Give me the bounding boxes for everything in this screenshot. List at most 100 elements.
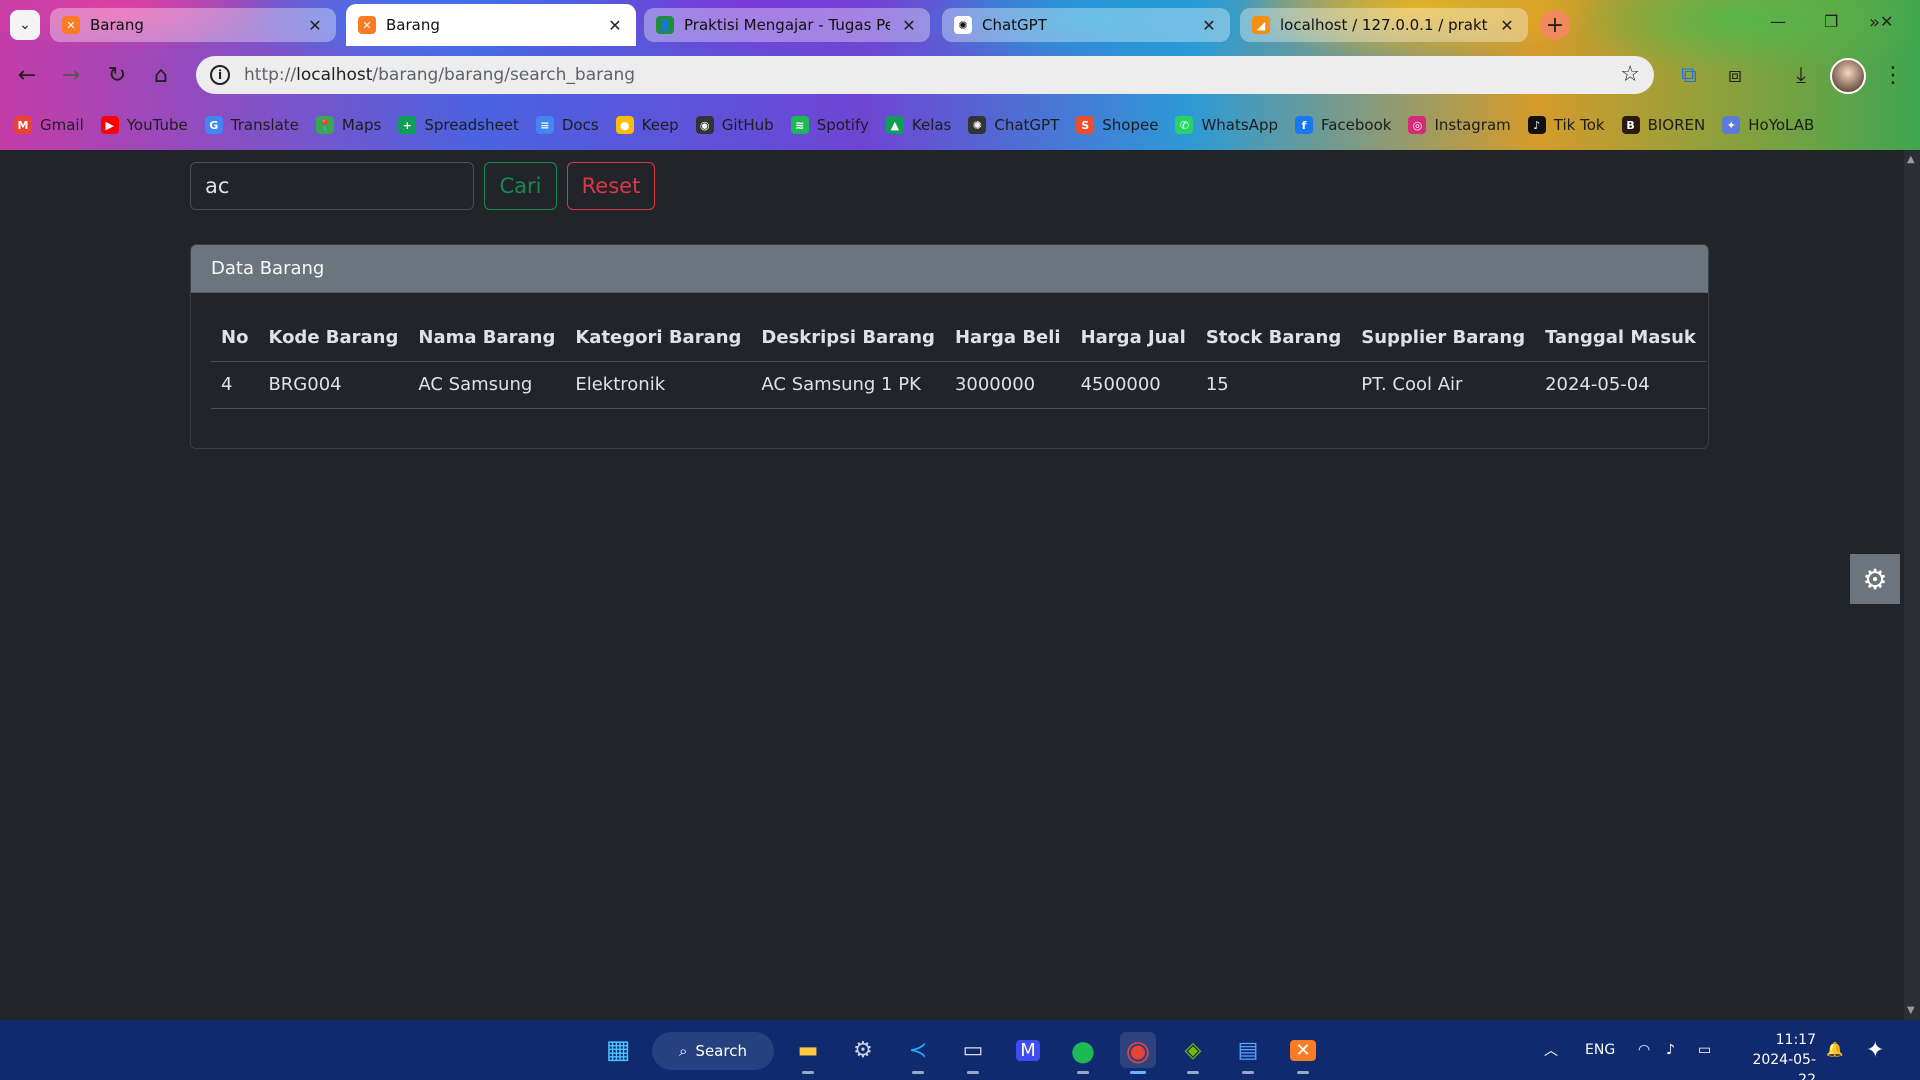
address-bar[interactable]: i http://localhost/barang/barang/search_… — [196, 56, 1654, 94]
start-button[interactable]: ▦ — [600, 1032, 636, 1068]
extensions-icon[interactable]: ⧈ — [1722, 62, 1748, 88]
bookmark-label: Kelas — [911, 116, 952, 134]
github-icon: ◉ — [695, 116, 714, 134]
terminal-app[interactable]: ▭ — [955, 1032, 991, 1074]
bookmark-shopee[interactable]: S Shopee — [1076, 116, 1158, 134]
bookmark-bioren[interactable]: B BIOREN — [1621, 116, 1705, 134]
bookmark-chatgpt[interactable]: ✺ ChatGPT — [968, 116, 1059, 134]
tab-phpmyadmin[interactable]: ◢ localhost / 127.0.0.1 / praktikum ✕ — [1240, 8, 1528, 42]
page-content: ac Cari Reset Data Barang No Kode Barang N… — [0, 150, 1904, 1020]
bookmark-whatsapp[interactable]: ✆ WhatsApp — [1175, 116, 1278, 134]
show-hidden-icons[interactable]: ︿ — [1544, 1020, 1558, 1080]
column-header: Kode Barang — [258, 314, 409, 362]
xampp-app[interactable]: ✕ — [1285, 1032, 1321, 1074]
bookmark-docs[interactable]: ≡ Docs — [535, 116, 599, 134]
notification-bell-icon[interactable]: 🔔 — [1826, 1020, 1843, 1080]
tab-strip: ⌄ ✕ Barang ✕ ✕ Barang ✕ 👤 Praktisi Menga… — [0, 0, 1920, 50]
data-card: Data Barang No Kode Barang Nama Barang Kate… — [190, 244, 1709, 449]
clock[interactable]: 11:17 2024-05-22 — [1736, 1030, 1816, 1080]
bookmarks-overflow-icon[interactable]: » — [1869, 12, 1880, 33]
tab-barang-active[interactable]: ✕ Barang ✕ — [346, 4, 636, 46]
card-header: Data Barang — [191, 245, 1708, 293]
scroll-down-icon[interactable]: ▼ — [1907, 1005, 1915, 1016]
bookmark-hoyolab[interactable]: ✦ HoYoLAB — [1722, 116, 1814, 134]
close-window-icon[interactable]: ✕ — [1880, 12, 1893, 31]
vscode-app[interactable]: ≺ — [900, 1032, 936, 1074]
tab-praktisi-mengajar[interactable]: 👤 Praktisi Mengajar - Tugas Perte ✕ — [644, 8, 930, 42]
bookmark-tik-tok[interactable]: ♪ Tik Tok — [1527, 116, 1605, 134]
hoyolab-icon: ✦ — [1722, 116, 1741, 134]
home-icon[interactable]: ⌂ — [148, 62, 174, 88]
close-tab-icon[interactable]: ✕ — [606, 16, 624, 35]
math-icon: M — [1016, 1039, 1040, 1061]
settings-gear-button[interactable]: ⚙ — [1850, 554, 1900, 604]
back-icon[interactable]: ← — [14, 62, 40, 88]
bookmark-label: Spreadsheet — [424, 116, 519, 134]
instagram-icon: ◎ — [1408, 116, 1427, 134]
chrome-app[interactable]: ◉ — [1120, 1032, 1156, 1074]
restore-icon[interactable]: ❐ — [1824, 12, 1838, 31]
copilot-icon[interactable]: ✦ — [1866, 1020, 1884, 1080]
bookmark-instagram[interactable]: ◎ Instagram — [1408, 116, 1511, 134]
new-tab-button[interactable]: + — [1540, 10, 1570, 40]
bookmark-label: HoYoLAB — [1748, 116, 1815, 134]
minimize-icon[interactable]: — — [1770, 12, 1786, 31]
tab-search-button[interactable]: ⌄ — [10, 10, 40, 40]
bookmark-label: Gmail — [40, 116, 84, 134]
settings-app[interactable]: ⚙ — [845, 1032, 881, 1068]
battery-icon[interactable]: ▭ — [1698, 1020, 1711, 1080]
table-cell: AC Samsung — [408, 361, 566, 409]
clock-date: 2024-05-22 — [1752, 1052, 1816, 1080]
search-button[interactable]: Cari — [484, 162, 557, 210]
bookmark-maps[interactable]: 📍 Maps — [315, 116, 381, 134]
bookmark-github[interactable]: ◉ GitHub — [695, 116, 774, 134]
table-header-row: No Kode Barang Nama Barang Kategori Barang D… — [211, 314, 1706, 362]
volume-icon[interactable]: ♪ — [1666, 1020, 1675, 1080]
language-indicator[interactable]: ENG — [1585, 1020, 1615, 1080]
table-cell: AC Samsung 1 PK — [751, 361, 945, 409]
youtube-icon: ▶ — [100, 116, 119, 134]
bookmark-star-icon[interactable]: ☆ — [1620, 62, 1640, 87]
spotify-app[interactable]: ● — [1065, 1032, 1101, 1074]
card-title: Data Barang — [211, 258, 325, 279]
scroll-up-icon[interactable]: ▲ — [1907, 154, 1915, 165]
table-cell: 3000000 — [944, 361, 1071, 409]
search-input[interactable]: ac — [190, 162, 474, 210]
bookmark-translate[interactable]: G Translate — [204, 116, 299, 134]
bookmark-spreadsheet[interactable]: + Spreadsheet — [398, 116, 519, 134]
forward-icon[interactable]: → — [58, 62, 84, 88]
bookmark-youtube[interactable]: ▶ YouTube — [100, 116, 188, 134]
column-header: Stock Barang — [1195, 314, 1352, 362]
classroom-icon: ▲ — [885, 116, 904, 134]
download-icon[interactable]: ⤓ — [1788, 62, 1814, 88]
tab-barang-1[interactable]: ✕ Barang ✕ — [50, 8, 336, 42]
close-tab-icon[interactable]: ✕ — [1498, 16, 1516, 35]
bookmark-facebook[interactable]: f Facebook — [1294, 116, 1391, 134]
bookmark-kelas[interactable]: ▲ Kelas — [885, 116, 952, 134]
taskbar-search[interactable]: ⌕ Search — [652, 1032, 774, 1070]
bookmark-label: WhatsApp — [1201, 116, 1278, 134]
bookmark-keep[interactable]: ● Keep — [615, 116, 679, 134]
translate-icon: G — [204, 116, 223, 134]
nvidia-app[interactable]: ◈ — [1175, 1032, 1211, 1074]
reset-button[interactable]: Reset — [567, 162, 655, 210]
wifi-icon[interactable]: ◠ — [1638, 1020, 1650, 1080]
tab-chatgpt[interactable]: ✺ ChatGPT ✕ — [942, 8, 1230, 42]
bookmark-gmail[interactable]: M Gmail — [14, 116, 84, 134]
file-explorer-app[interactable]: ▬ — [790, 1032, 826, 1074]
url-text[interactable]: http://localhost/barang/barang/search_ba… — [244, 65, 635, 85]
notepad-app[interactable]: ▤ — [1230, 1032, 1266, 1074]
close-tab-icon[interactable]: ✕ — [900, 16, 918, 35]
close-tab-icon[interactable]: ✕ — [306, 16, 324, 35]
facebook-icon: f — [1294, 116, 1313, 134]
google-translate-icon[interactable]: ⧉ — [1676, 62, 1702, 88]
terminal-icon: ▭ — [962, 1037, 984, 1063]
bookmark-spotify[interactable]: ≋ Spotify — [790, 116, 869, 134]
site-info-icon[interactable]: i — [210, 65, 230, 85]
reload-icon[interactable]: ↻ — [104, 62, 130, 88]
menu-kebab-icon[interactable]: ⋮ — [1880, 62, 1906, 88]
close-tab-icon[interactable]: ✕ — [1200, 16, 1218, 35]
mathtype-app[interactable]: M — [1010, 1032, 1046, 1068]
profile-avatar[interactable] — [1830, 58, 1866, 94]
page-scrollbar[interactable]: ▲ ▼ — [1904, 150, 1920, 1020]
